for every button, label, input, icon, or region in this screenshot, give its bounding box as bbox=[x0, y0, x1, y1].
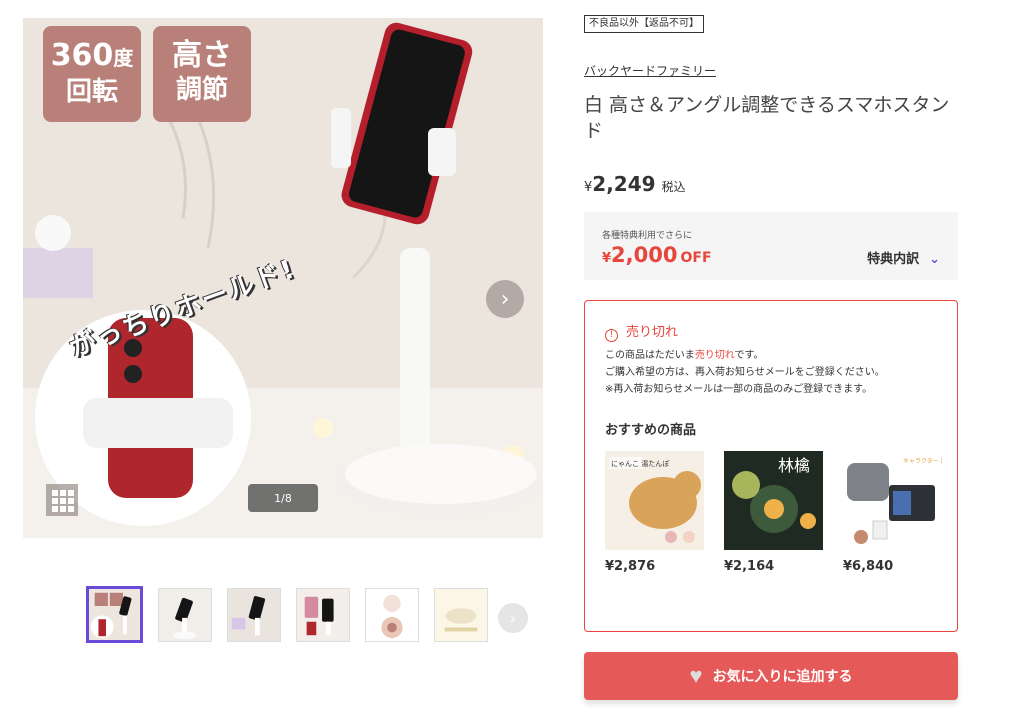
recommend-item[interactable]: キャラクター 調剤セット ¥6,840 bbox=[843, 451, 942, 574]
recommend-heading: おすすめの商品 bbox=[605, 423, 697, 438]
thumbnail-4[interactable] bbox=[296, 588, 350, 642]
brand-link[interactable]: バックヤードファミリー bbox=[584, 62, 716, 79]
heart-icon: ♥ bbox=[689, 663, 703, 688]
recommend-image[interactable]: にゃんこ 湯たんぽ bbox=[605, 451, 704, 550]
thumbnail-6[interactable] bbox=[434, 588, 488, 642]
recommend-image[interactable]: キャラクター 調剤セット bbox=[843, 451, 942, 550]
product-price: ¥2,249 税込 bbox=[584, 172, 686, 196]
thumbnail-3[interactable] bbox=[227, 588, 281, 642]
recommend-price: ¥2,164 bbox=[724, 559, 775, 574]
recommend-list: にゃんこ 湯たんぽ ¥2,876 林檎 ¥2,164 キャラクター ¥6,840 bbox=[605, 451, 942, 574]
main-product-image[interactable]: 360度 回転 高さ 調節 がっちりホールド! › 1/8 bbox=[23, 18, 543, 538]
add-to-favorites-button[interactable]: ♥ お気に入りに追加する bbox=[584, 652, 958, 700]
recommend-item[interactable]: 林檎 ¥2,164 bbox=[724, 451, 823, 574]
svg-text:キャラクター 調剤セット: キャラクター 調剤セット bbox=[903, 457, 942, 465]
recommend-item[interactable]: にゃんこ 湯たんぽ ¥2,876 bbox=[605, 451, 704, 574]
svg-text:林檎: 林檎 bbox=[778, 456, 810, 475]
soldout-message: この商品はただいま売り切れです。 ご購入希望の方は、再入荷お知らせメールをご登録… bbox=[605, 350, 885, 395]
next-image-button[interactable]: › bbox=[486, 280, 524, 318]
grid-view-button[interactable] bbox=[46, 484, 78, 516]
recommend-price: ¥6,840 bbox=[843, 559, 894, 574]
discount-note: 各種特典利用でさらに bbox=[602, 231, 693, 241]
thumbnail-strip bbox=[86, 586, 488, 643]
chevron-right-icon: › bbox=[500, 286, 510, 312]
thumbnail-1[interactable] bbox=[86, 586, 143, 643]
soldout-title: ! 売り切れ bbox=[605, 321, 678, 342]
thumbnail-2[interactable] bbox=[158, 588, 212, 642]
product-page: 360度 回転 高さ 調節 がっちりホールド! › 1/8 › 不良品以外【返品… bbox=[0, 0, 1024, 718]
thumbnail-next-button[interactable]: › bbox=[498, 603, 528, 633]
alert-icon: ! bbox=[605, 329, 618, 342]
return-policy-tag: 不良品以外【返品不可】 bbox=[584, 15, 704, 33]
discount-amount: ¥2,000 OFF bbox=[602, 243, 712, 267]
chevron-down-icon: ⌄ bbox=[929, 252, 940, 267]
chevron-right-icon: › bbox=[509, 608, 517, 628]
svg-text:にゃんこ 湯たんぽ: にゃんこ 湯たんぽ bbox=[611, 459, 669, 468]
image-counter: 1/8 bbox=[248, 484, 318, 512]
height-badge: 高さ 調節 bbox=[153, 26, 251, 122]
discount-panel: 各種特典利用でさらに ¥2,000 OFF 特典内訳 ⌄ bbox=[584, 212, 958, 280]
recommend-price: ¥2,876 bbox=[605, 559, 656, 574]
recommend-image[interactable]: 林檎 bbox=[724, 451, 823, 550]
thumbnail-5[interactable] bbox=[365, 588, 419, 642]
rotation-badge: 360度 回転 bbox=[43, 26, 141, 122]
soldout-panel: ! 売り切れ この商品はただいま売り切れです。 ご購入希望の方は、再入荷お知らせメ… bbox=[584, 300, 958, 632]
benefit-breakdown-toggle[interactable]: 特典内訳 ⌄ bbox=[867, 248, 940, 267]
product-title: 白 高さ＆アングル調整できるスマホスタンド bbox=[584, 94, 950, 142]
